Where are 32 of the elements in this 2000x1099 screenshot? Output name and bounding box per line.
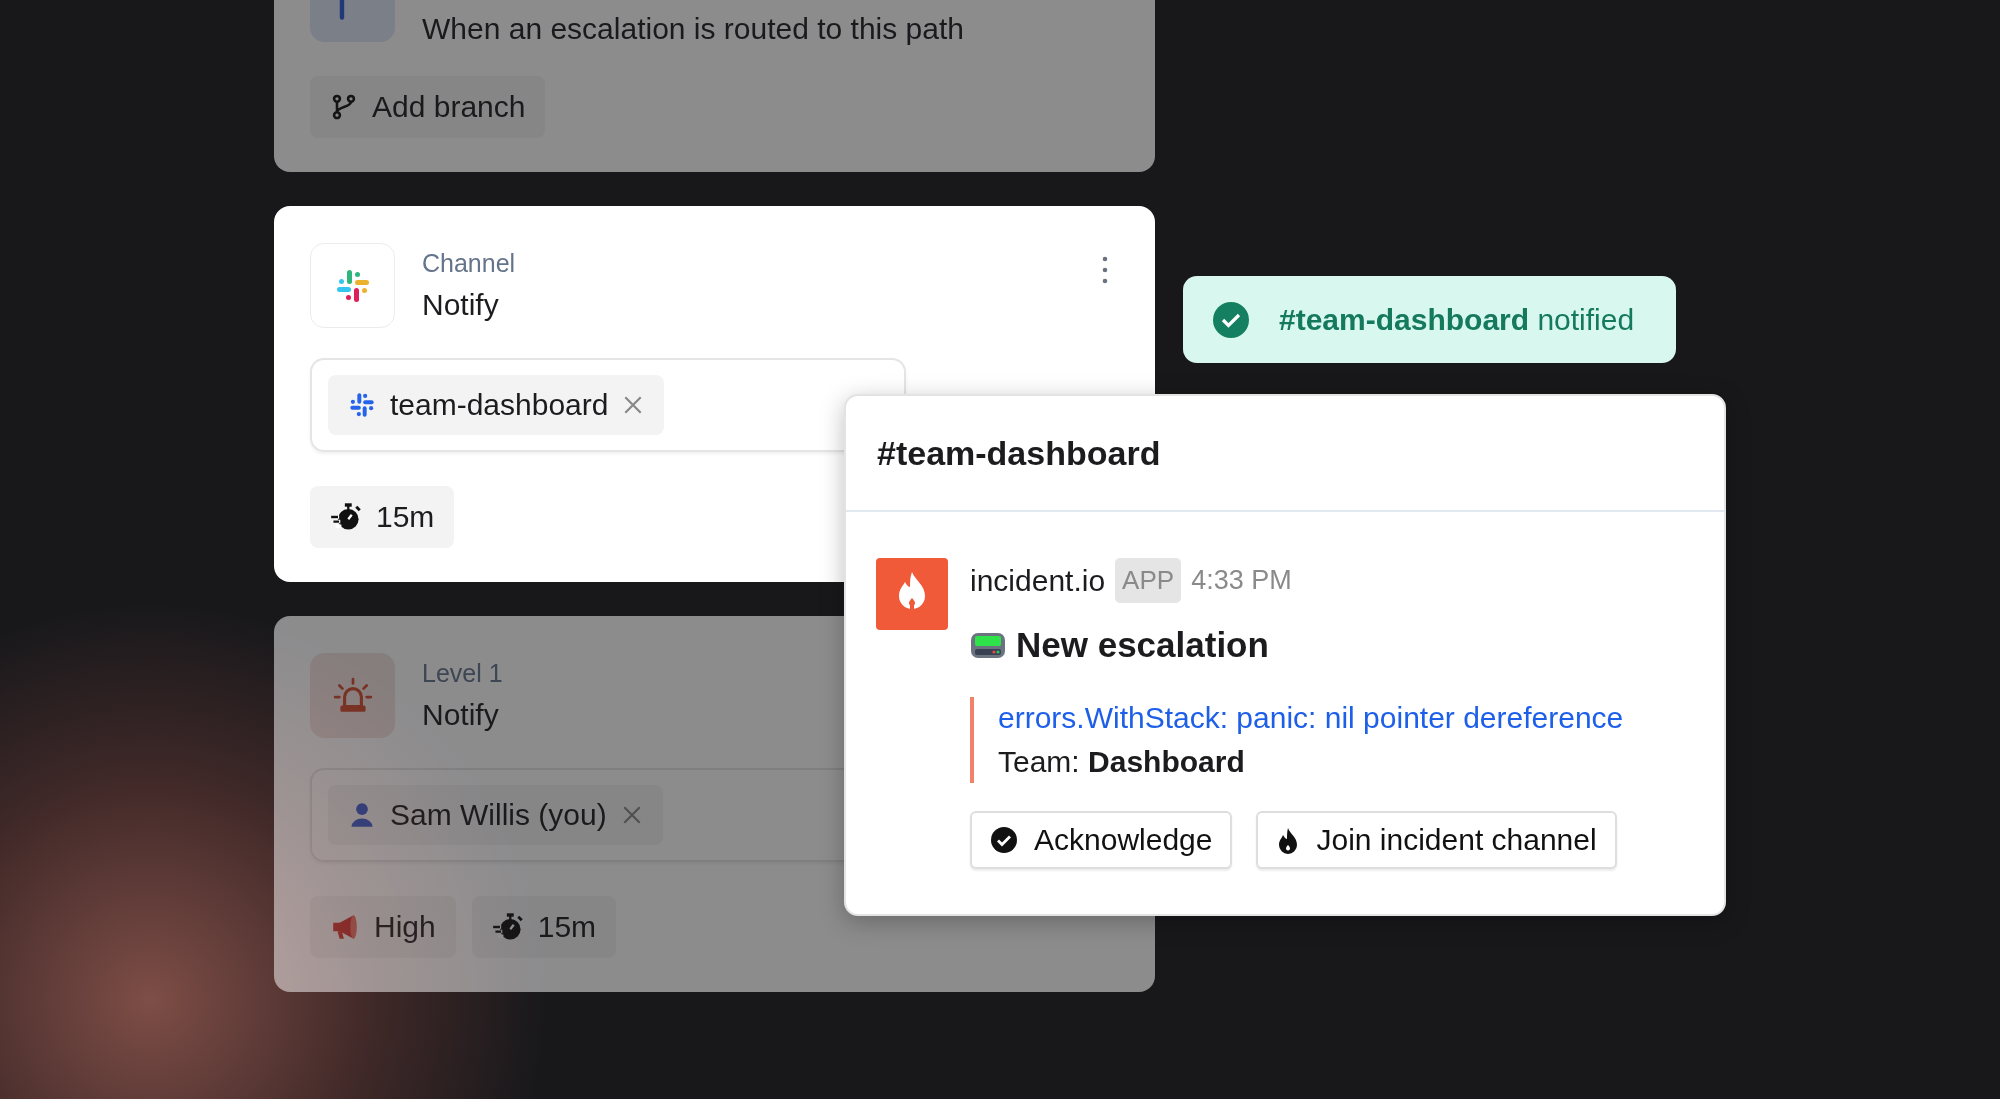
siren-icon (310, 653, 395, 738)
branch-icon (330, 93, 358, 121)
step-type-label: Level 1 (422, 659, 503, 688)
sender-name: incident.io (970, 563, 1106, 598)
check-circle-icon (990, 826, 1018, 854)
flame-avatar-icon (876, 558, 948, 630)
priority-tag: High (310, 896, 456, 958)
chip-label: Sam Willis (you) (390, 798, 607, 832)
chip-label: team-dashboard (390, 388, 609, 422)
hash-icon (310, 243, 395, 328)
delay-tag: 15m (310, 486, 455, 548)
app-badge: APP (1115, 558, 1182, 603)
timestamp: 4:33 PM (1191, 565, 1292, 596)
stopwatch-icon (491, 911, 524, 943)
team-field: Team: Dashboard (998, 745, 1624, 779)
toast-message: #team-dashboard notified (1279, 302, 1635, 337)
acknowledge-button[interactable]: Acknowledge (970, 811, 1233, 869)
more-options-icon[interactable] (1101, 255, 1109, 285)
megaphone-icon (330, 912, 360, 942)
check-circle-icon (1213, 301, 1249, 338)
step-title: Notify (422, 288, 500, 322)
join-channel-button[interactable]: Join incident channel (1256, 811, 1617, 869)
stopwatch-icon (330, 501, 362, 533)
step-title: Notify (422, 698, 500, 732)
error-link[interactable]: errors.WithStack: panic: nil pointer dereference (998, 701, 1624, 735)
add-branch-button[interactable]: Add branch (310, 76, 546, 138)
step-title: When an escalation is routed to this path (422, 12, 964, 46)
pager-icon (970, 630, 1006, 660)
hash-icon (348, 391, 376, 419)
message-title: New escalation (1016, 625, 1269, 665)
step-type-label: Channel (422, 249, 516, 278)
delay-tag: 15m (471, 896, 617, 958)
